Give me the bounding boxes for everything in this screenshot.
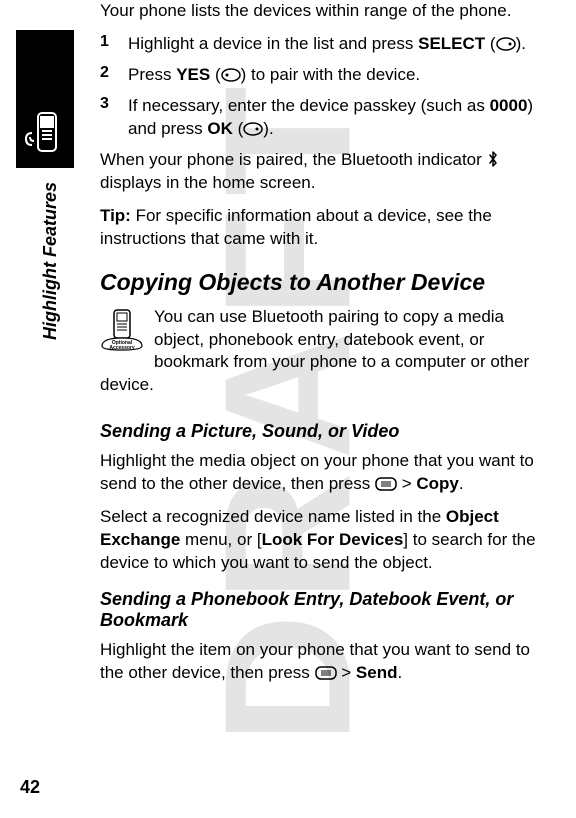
side-section-label: Highlight Features bbox=[40, 182, 61, 340]
step-2: 2 Press YES ( ) to pair with the device. bbox=[100, 64, 546, 87]
step-text: Press YES ( ) to pair with the device. bbox=[128, 64, 546, 87]
text-fragment: When your phone is paired, the Bluetooth… bbox=[100, 150, 487, 169]
text-fragment: Highlight the media object on your phone… bbox=[100, 451, 534, 493]
phone-device-icon bbox=[22, 109, 68, 160]
step-num: 1 bbox=[100, 33, 128, 56]
text-fragment: ) to pair with the device. bbox=[241, 65, 421, 84]
text-fragment: If necessary, enter the device passkey (… bbox=[128, 96, 490, 115]
look-for-devices-label: Look For Devices bbox=[262, 530, 404, 549]
step-1: 1 Highlight a device in the list and pre… bbox=[100, 33, 546, 56]
menu-key-icon bbox=[315, 663, 337, 682]
heading-sending-phonebook: Sending a Phonebook Entry, Datebook Even… bbox=[100, 589, 546, 631]
send-phonebook-text: Highlight the item on your phone that yo… bbox=[100, 639, 546, 685]
text-fragment: ). bbox=[516, 34, 526, 53]
ok-label: OK bbox=[207, 119, 233, 138]
text-fragment: Press bbox=[128, 65, 176, 84]
select-device-text: Select a recognized device name listed i… bbox=[100, 506, 546, 575]
menu-key-icon bbox=[375, 474, 397, 493]
text-fragment: ( bbox=[210, 65, 220, 84]
optional-accessory-icon: Optional Accessory bbox=[100, 308, 144, 357]
text-fragment: > bbox=[337, 663, 356, 682]
step-text: Highlight a device in the list and press… bbox=[128, 33, 546, 56]
tip-label: Tip: bbox=[100, 206, 131, 225]
bluetooth-icon bbox=[487, 150, 499, 169]
text-fragment: menu, or [ bbox=[180, 530, 261, 549]
text-fragment: ( bbox=[485, 34, 495, 53]
send-label: Send bbox=[356, 663, 398, 682]
text-fragment: . bbox=[397, 663, 402, 682]
softkey-left-icon bbox=[221, 64, 241, 87]
svg-text:Accessory: Accessory bbox=[109, 345, 135, 351]
copy-paragraph: You can use Bluetooth pairing to copy a … bbox=[100, 306, 546, 398]
tip-text: Tip: For specific information about a de… bbox=[100, 205, 546, 251]
passkey-0000: 0000 bbox=[490, 96, 528, 115]
text-fragment: displays in the home screen. bbox=[100, 173, 315, 192]
yes-label: YES bbox=[176, 65, 210, 84]
copy-label: Copy bbox=[416, 474, 459, 493]
send-media-text: Highlight the media object on your phone… bbox=[100, 450, 546, 496]
text-fragment: . bbox=[459, 474, 464, 493]
step-num: 2 bbox=[100, 64, 128, 87]
sidebar-black-box bbox=[16, 30, 74, 168]
text-fragment: Select a recognized device name listed i… bbox=[100, 507, 446, 526]
step-text: If necessary, enter the device passkey (… bbox=[128, 95, 546, 141]
text-fragment: > bbox=[397, 474, 416, 493]
text-fragment: Highlight a device in the list and press bbox=[128, 34, 418, 53]
paired-text: When your phone is paired, the Bluetooth… bbox=[100, 149, 546, 195]
text-fragment: For specific information about a device,… bbox=[100, 206, 492, 248]
heading-sending-media: Sending a Picture, Sound, or Video bbox=[100, 421, 546, 442]
heading-copying: Copying Objects to Another Device bbox=[100, 269, 546, 296]
step-num: 3 bbox=[100, 95, 128, 141]
select-label: SELECT bbox=[418, 34, 485, 53]
text-fragment: ). bbox=[263, 119, 273, 138]
text-fragment: ( bbox=[233, 119, 243, 138]
page-content: Your phone lists the devices within rang… bbox=[0, 0, 576, 685]
softkey-right-icon bbox=[496, 33, 516, 56]
intro-text: Your phone lists the devices within rang… bbox=[100, 0, 546, 23]
page-number: 42 bbox=[20, 777, 40, 798]
softkey-right-icon bbox=[243, 118, 263, 141]
accessory-paragraph: Optional Accessory You can use Bluetooth… bbox=[100, 306, 546, 408]
step-3: 3 If necessary, enter the device passkey… bbox=[100, 95, 546, 141]
